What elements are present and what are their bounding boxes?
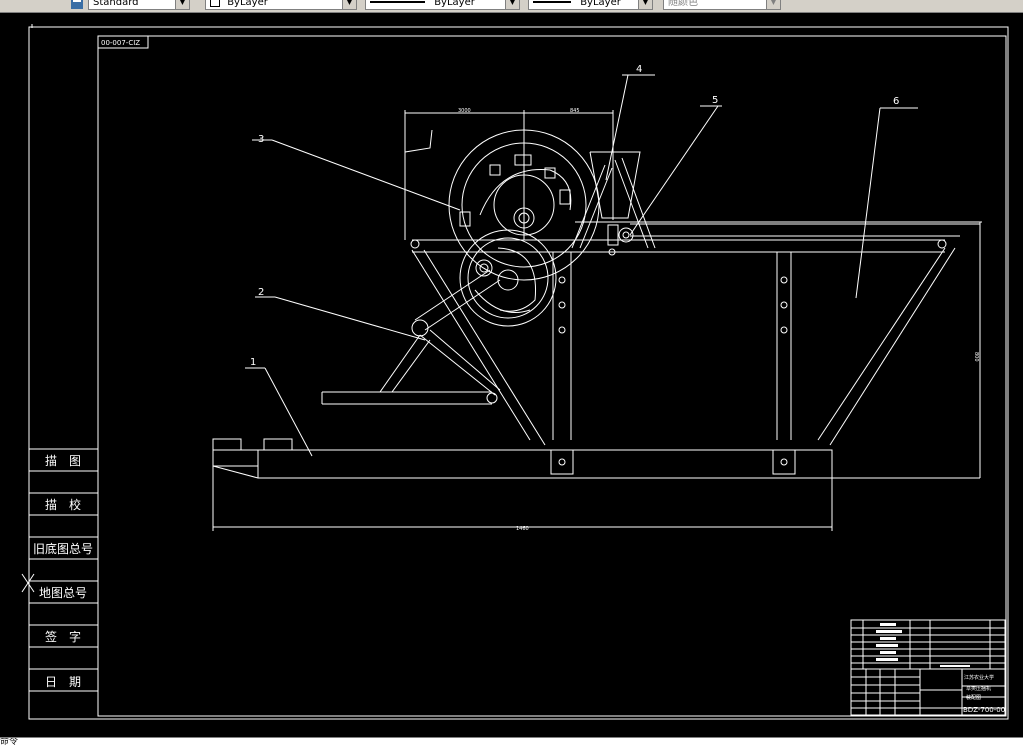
linetype-value: ByLayer bbox=[434, 0, 475, 8]
chevron-down-icon: ▼ bbox=[175, 0, 189, 9]
chevron-down-icon: ▼ bbox=[505, 0, 519, 9]
school-name: 江苏农业大学 bbox=[964, 674, 994, 681]
balloon-1: 1 bbox=[250, 357, 256, 368]
chevron-down-icon: ▼ bbox=[342, 0, 356, 9]
label-old-base-number: 旧底图总号 bbox=[33, 541, 93, 556]
product-name: 草类压捆机 bbox=[966, 685, 991, 692]
label-signature: 签 字 bbox=[45, 629, 81, 644]
label-trace: 描 图 bbox=[45, 454, 81, 468]
dim-top-a: 3000 bbox=[458, 108, 471, 114]
color-swatch-icon bbox=[210, 0, 220, 7]
plot-style-dropdown[interactable]: 随颜色 ▼ bbox=[663, 0, 781, 10]
dim-width: 1460 bbox=[516, 526, 529, 532]
drawing-number: BDZ-700-00 bbox=[963, 706, 1005, 714]
dim-top-b: 845 bbox=[570, 108, 580, 114]
lever-arm bbox=[321, 269, 501, 405]
balloon-3: 3 bbox=[258, 134, 264, 145]
code-stamp: 00-007-CIZ bbox=[101, 39, 140, 47]
text-style-icon[interactable] bbox=[70, 0, 84, 9]
lineweight-dropdown[interactable]: ByLayer ▼ bbox=[528, 0, 653, 10]
drawing-canvas[interactable]: 00-007-CIZ 1 2 3 4 5 6 1460 800 3000 845… bbox=[0, 12, 1023, 738]
chevron-down-icon: ▼ bbox=[766, 0, 780, 9]
left-title-column bbox=[29, 448, 98, 692]
balloon-2: 2 bbox=[258, 287, 264, 298]
base-frame bbox=[212, 438, 980, 479]
machine-frame bbox=[410, 223, 980, 475]
crosshair-cursor bbox=[21, 573, 35, 593]
plot-style-value: 随颜色 bbox=[668, 0, 698, 8]
dimension-lines bbox=[212, 110, 982, 531]
dim-height: 800 bbox=[973, 352, 979, 362]
label-date: 日 期 bbox=[45, 675, 81, 689]
text-style-value: Standard bbox=[93, 0, 139, 8]
label-map-number: 地图总号 bbox=[39, 586, 87, 600]
balloon-leaders bbox=[245, 74, 918, 457]
title-block-rows bbox=[876, 623, 970, 667]
chevron-down-icon: ▼ bbox=[638, 0, 652, 9]
layer-dropdown[interactable]: ByLayer ▼ bbox=[205, 0, 357, 10]
outer-frame bbox=[28, 26, 1009, 720]
lineweight-sample-icon bbox=[533, 1, 571, 3]
text-style-dropdown[interactable]: Standard ▼ bbox=[88, 0, 190, 10]
label-trace-check: 描 校 bbox=[45, 497, 81, 512]
balloon-4: 4 bbox=[636, 64, 642, 75]
layer-value: ByLayer bbox=[227, 0, 268, 8]
lineweight-value: ByLayer bbox=[580, 0, 621, 8]
linetype-dropdown[interactable]: ByLayer ▼ bbox=[365, 0, 520, 10]
hopper-assembly bbox=[404, 129, 656, 249]
balloon-6: 6 bbox=[893, 96, 899, 107]
balloon-5: 5 bbox=[712, 95, 718, 106]
inner-frame bbox=[97, 35, 1007, 717]
title-block bbox=[850, 619, 1006, 716]
drawing-kind: 装配图 bbox=[966, 694, 981, 701]
linetype-sample-icon bbox=[370, 1, 425, 3]
